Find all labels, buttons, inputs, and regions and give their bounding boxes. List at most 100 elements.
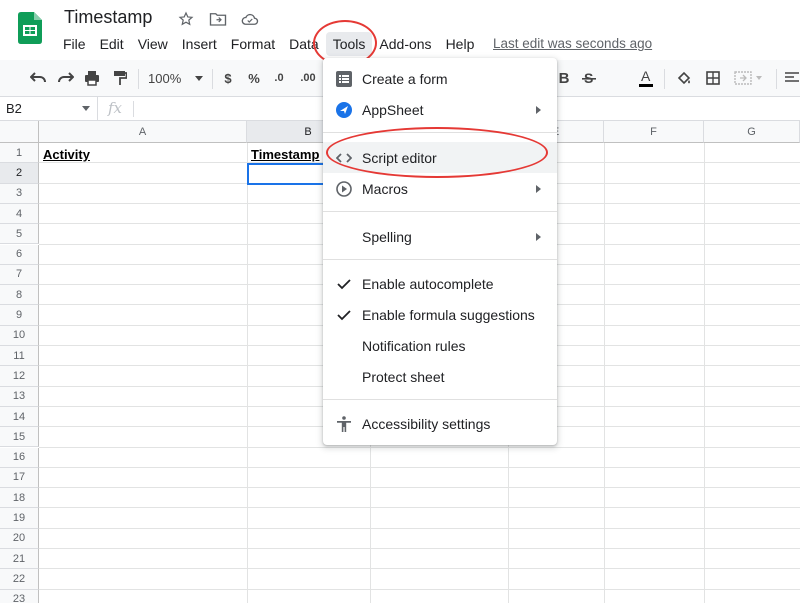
menu-item-appsheet[interactable]: AppSheet — [323, 94, 557, 125]
align-left-icon[interactable] — [784, 68, 800, 88]
row-header[interactable]: 21 — [0, 549, 39, 570]
menu-data[interactable]: Data — [282, 32, 326, 56]
row-header[interactable]: 13 — [0, 386, 39, 407]
menu-item-spelling[interactable]: Spelling — [323, 221, 557, 252]
menu-separator — [323, 132, 557, 133]
accessibility-icon — [335, 415, 353, 433]
sheets-logo-icon[interactable] — [18, 12, 42, 44]
row-header[interactable]: 5 — [0, 224, 39, 245]
app-header: Timestamp File Edit View Insert Format D… — [0, 0, 800, 60]
row-header[interactable]: 20 — [0, 528, 39, 549]
last-edit-link[interactable]: Last edit was seconds ago — [493, 36, 652, 51]
document-title[interactable]: Timestamp — [64, 7, 152, 28]
row-header[interactable]: 8 — [0, 285, 39, 306]
gridline — [39, 466, 800, 468]
submenu-arrow-icon — [536, 184, 541, 193]
row-header[interactable]: 15 — [0, 427, 39, 448]
column-header-f[interactable]: F — [604, 121, 704, 143]
gridline — [39, 588, 800, 590]
move-folder-icon[interactable] — [208, 9, 228, 29]
text-color-icon[interactable]: A — [636, 68, 656, 88]
select-all-corner[interactable] — [0, 121, 39, 143]
star-icon[interactable] — [176, 9, 196, 29]
toolbar-separator — [776, 69, 777, 89]
submenu-arrow-icon — [536, 105, 541, 114]
row-header[interactable]: 4 — [0, 203, 39, 225]
menu-item-enable-formula-suggestions[interactable]: Enable formula suggestions — [323, 299, 557, 330]
toolbar-separator — [664, 69, 665, 89]
code-icon — [335, 149, 353, 167]
menu-item-enable-autocomplete[interactable]: Enable autocomplete — [323, 268, 557, 299]
paint-format-icon[interactable] — [110, 68, 130, 88]
row-header[interactable]: 12 — [0, 366, 39, 387]
menu-view[interactable]: View — [131, 32, 175, 56]
menu-item-label: Notification rules — [362, 337, 466, 354]
menu-item-notification-rules[interactable]: Notification rules — [323, 330, 557, 361]
checkmark-icon — [335, 306, 353, 324]
toolbar-separator — [138, 69, 139, 89]
row-header[interactable]: 23 — [0, 589, 39, 603]
row-header[interactable]: 6 — [0, 244, 39, 265]
decrease-decimal-button[interactable]: .0 — [270, 68, 288, 88]
row-header[interactable]: 7 — [0, 264, 39, 286]
row-header[interactable]: 3 — [0, 183, 39, 204]
gridline — [39, 568, 800, 570]
fill-color-icon[interactable] — [674, 68, 694, 88]
row-header[interactable]: 16 — [0, 447, 39, 468]
cell-a1[interactable]: Activity — [43, 147, 90, 162]
cloud-saved-icon[interactable] — [240, 9, 260, 29]
play-circle-icon — [335, 180, 353, 198]
menu-item-label: Create a form — [362, 70, 448, 87]
column-header-g[interactable]: G — [704, 121, 800, 143]
menu-item-script-editor[interactable]: Script editor — [323, 142, 557, 173]
print-icon[interactable] — [82, 68, 102, 88]
undo-icon[interactable] — [28, 68, 48, 88]
menu-format[interactable]: Format — [224, 32, 282, 56]
menu-file[interactable]: File — [56, 32, 93, 56]
merge-cells-icon[interactable] — [732, 68, 766, 88]
menu-insert[interactable]: Insert — [175, 32, 224, 56]
zoom-select[interactable]: 100% — [148, 68, 204, 88]
redo-icon[interactable] — [56, 68, 76, 88]
cell-b1[interactable]: Timestamp — [251, 147, 319, 162]
menu-item-label: AppSheet — [362, 101, 424, 118]
menu-item-create-form[interactable]: Create a form — [323, 63, 557, 94]
row-header[interactable]: 18 — [0, 488, 39, 509]
row-header[interactable]: 10 — [0, 325, 39, 346]
gridline — [39, 487, 800, 489]
row-header[interactable]: 19 — [0, 508, 39, 529]
menu-item-label: Spelling — [362, 228, 412, 245]
checkmark-icon — [335, 275, 353, 293]
bold-icon[interactable]: B — [556, 68, 572, 88]
row-header[interactable]: 2 — [0, 163, 39, 184]
row-header[interactable]: 22 — [0, 569, 39, 590]
menu-item-macros[interactable]: Macros — [323, 173, 557, 204]
row-header[interactable]: 1 — [0, 143, 39, 164]
selected-cell-b2[interactable] — [247, 163, 327, 185]
menu-item-label: Script editor — [362, 149, 437, 166]
chevron-down-icon[interactable] — [82, 106, 90, 111]
menu-edit[interactable]: Edit — [93, 32, 131, 56]
row-header[interactable]: 11 — [0, 346, 39, 367]
toolbar-separator — [212, 69, 213, 89]
menu-item-label: Protect sheet — [362, 368, 445, 385]
menu-item-accessibility-settings[interactable]: Accessibility settings — [323, 408, 557, 439]
menu-add-ons[interactable]: Add-ons — [372, 32, 438, 56]
currency-button[interactable]: $ — [220, 68, 236, 88]
increase-decimal-button[interactable]: .00 — [296, 68, 320, 88]
menu-item-protect-sheet[interactable]: Protect sheet — [323, 361, 557, 392]
formula-separator — [133, 101, 134, 117]
gridline — [39, 527, 800, 529]
row-header[interactable]: 17 — [0, 467, 39, 489]
row-header[interactable]: 14 — [0, 406, 39, 428]
menu-item-label: Accessibility settings — [362, 415, 491, 432]
gridline — [39, 507, 800, 509]
row-header[interactable]: 9 — [0, 305, 39, 326]
gridline — [39, 548, 800, 549]
strikethrough-icon[interactable]: S — [580, 68, 598, 88]
menu-tools[interactable]: Tools — [325, 32, 373, 56]
percent-button[interactable]: % — [246, 68, 262, 88]
column-header-a[interactable]: A — [39, 121, 247, 143]
borders-icon[interactable] — [704, 68, 722, 88]
menu-help[interactable]: Help — [439, 32, 482, 56]
